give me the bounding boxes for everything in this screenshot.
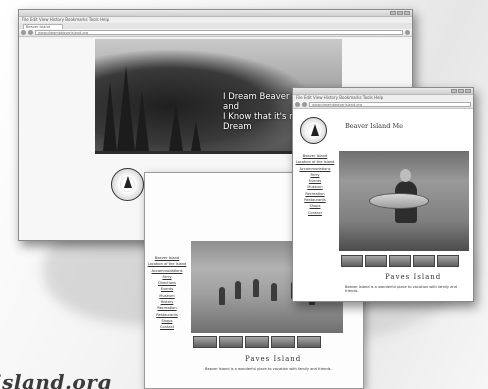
side-navigation: Beaver Island Location of the Island Acc…: [295, 153, 335, 216]
page-content: Beaver Island Me Beaver Island Location …: [293, 109, 473, 301]
maximize-icon[interactable]: [458, 89, 464, 93]
title-bar: [19, 10, 412, 17]
footer-url: island.org: [0, 370, 112, 389]
forward-icon[interactable]: [28, 30, 33, 35]
title-bar: [293, 88, 473, 95]
person-head: [400, 169, 411, 182]
back-icon[interactable]: [295, 102, 300, 107]
search-icon[interactable]: [405, 30, 410, 35]
address-bar[interactable]: www.dreambeaverisland.org: [309, 102, 471, 107]
browser-window-front: File Edit View History Bookmarks Tools H…: [292, 87, 474, 302]
caption-title: Paves Island: [245, 355, 302, 363]
thumbnail[interactable]: [389, 255, 411, 267]
close-icon[interactable]: [404, 11, 410, 15]
thumbnail[interactable]: [219, 336, 243, 348]
thumbnail[interactable]: [193, 336, 217, 348]
tree-shape: [191, 121, 201, 151]
forward-icon[interactable]: [302, 102, 307, 107]
maximize-icon[interactable]: [397, 11, 403, 15]
island-seal-logo: [111, 168, 144, 201]
navigation-toolbar: www.dreambeaverisland.org: [293, 101, 473, 109]
thumbnail[interactable]: [413, 255, 435, 267]
close-icon[interactable]: [465, 89, 471, 93]
fisherman-photo: [339, 151, 469, 251]
minimize-icon[interactable]: [451, 89, 457, 93]
thumbnail-strip: [193, 336, 321, 348]
runner-figure: [235, 281, 241, 299]
nav-item[interactable]: Contact: [147, 324, 187, 330]
page-title: Beaver Island Me: [345, 123, 403, 130]
island-seal-logo: [300, 117, 327, 144]
minimize-icon[interactable]: [390, 11, 396, 15]
nav-item[interactable]: Location of the Island: [147, 261, 187, 267]
thumbnail[interactable]: [245, 336, 269, 348]
fish-shape: [369, 193, 429, 209]
nav-item[interactable]: Location of the Island: [295, 159, 335, 165]
tree-shape: [169, 103, 183, 151]
nav-item[interactable]: Accommodations: [295, 166, 335, 172]
nav-item[interactable]: Contact: [295, 210, 335, 216]
caption-text: Beaver Island is a wonderful place to va…: [345, 285, 457, 294]
caption-text: Beaver Island is a wonderful place to va…: [205, 367, 332, 371]
thumbnail[interactable]: [437, 255, 459, 267]
caption-title: Paves Island: [385, 273, 442, 281]
address-bar[interactable]: www.dreambeaverisland.org: [35, 30, 403, 35]
thumbnail[interactable]: [297, 336, 321, 348]
runner-figure: [219, 287, 225, 305]
thumbnail[interactable]: [365, 255, 387, 267]
back-icon[interactable]: [21, 30, 26, 35]
runner-figure: [253, 279, 259, 297]
tree-shape: [117, 66, 135, 151]
tree-shape: [135, 91, 149, 151]
thumbnail[interactable]: [271, 336, 295, 348]
navigation-toolbar: www.dreambeaverisland.org: [19, 29, 412, 37]
nav-item[interactable]: Accommodations: [147, 268, 187, 274]
thumbnail-strip: [341, 255, 459, 267]
runner-figure: [271, 283, 277, 301]
tree-shape: [103, 81, 117, 151]
side-navigation: Beaver Island Location of the Island Acc…: [147, 255, 187, 331]
thumbnail[interactable]: [341, 255, 363, 267]
